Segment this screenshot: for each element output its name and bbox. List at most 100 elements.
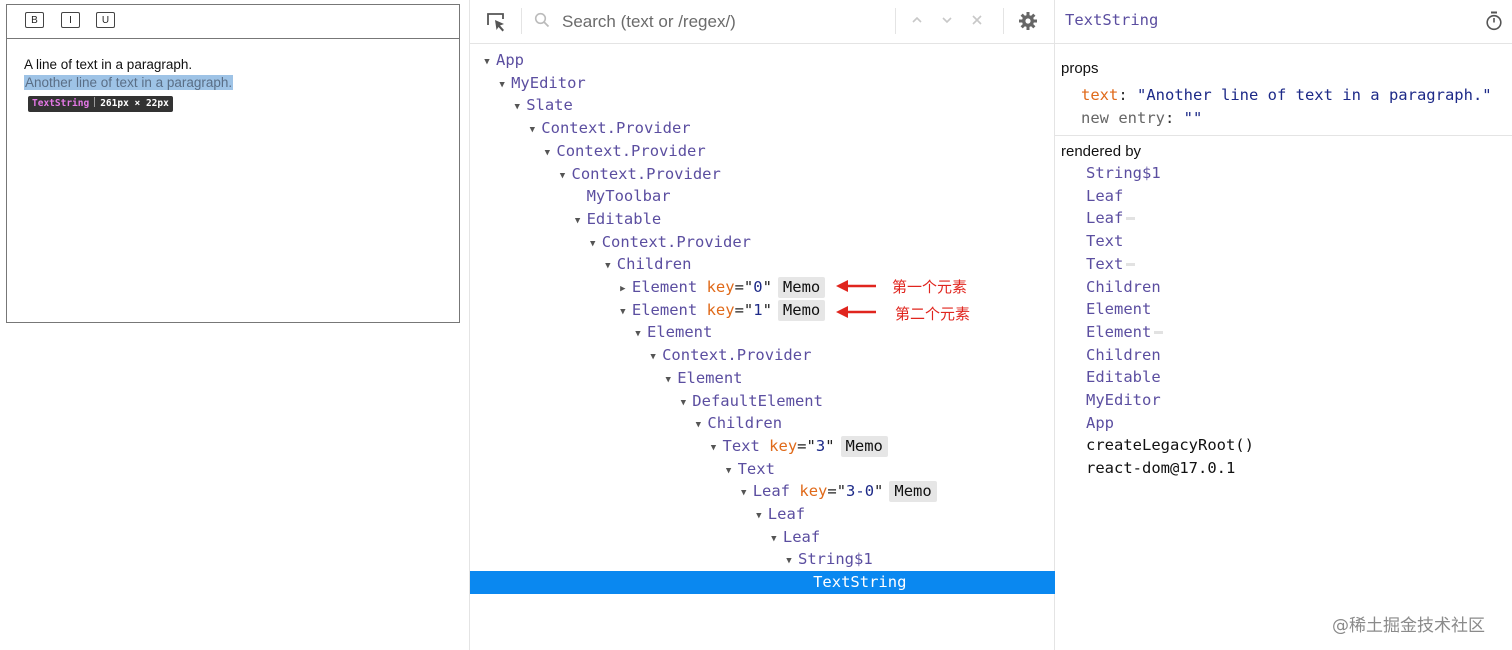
tree-row-content: ▶ Element key="0" Memo (617, 277, 826, 298)
inspect-element-icon[interactable] (485, 11, 507, 33)
tree-row[interactable]: ▼ MyEditor (470, 72, 1055, 95)
component-name: MyToolbar (586, 187, 671, 206)
new-entry-label[interactable]: new entry (1081, 109, 1165, 127)
prop-text[interactable]: text: "Another line of text in a paragra… (1081, 86, 1492, 104)
component-name: App (496, 51, 524, 69)
timer-icon[interactable] (1485, 11, 1503, 31)
tree-row[interactable]: ▼ Leaf (470, 526, 1055, 549)
tree-row-content: ▼ DefaultElement (677, 392, 823, 410)
chevron-down-icon[interactable] (940, 13, 954, 27)
collapse-arrow-icon[interactable]: ▼ (511, 96, 523, 119)
rendered-by-item[interactable]: Text (1086, 255, 1136, 273)
rendered-by-item[interactable]: Leaf (1086, 209, 1136, 227)
chevron-up-icon[interactable] (910, 13, 924, 27)
collapse-arrow-icon[interactable]: ▼ (572, 210, 584, 233)
tree-row[interactable]: ▼ DefaultElement (470, 390, 1055, 413)
editor-toolbar: B I U (7, 5, 459, 39)
underline-button[interactable]: U (96, 12, 115, 28)
bold-button[interactable]: B (25, 12, 44, 28)
collapse-arrow-icon[interactable]: ▼ (526, 119, 538, 142)
tree-row-content: ▼ Children (602, 255, 691, 273)
collapse-arrow-icon[interactable]: ▼ (647, 346, 659, 369)
component-name: Text (737, 459, 775, 478)
toolbar-divider (895, 8, 896, 34)
tree-row[interactable]: ▼ Element (470, 321, 1055, 344)
collapse-arrow-icon[interactable]: ▼ (617, 301, 629, 324)
tree-row[interactable]: ▶ Element key="0" Memo (470, 276, 1055, 299)
tree-row[interactable]: ▼ Leaf (470, 503, 1055, 526)
annotation-second-element: 第二个元素 (895, 305, 971, 323)
tree-row[interactable]: ▼ Element (470, 367, 1055, 390)
rendered-by-item[interactable]: Element (1086, 300, 1151, 318)
tree-row-content: ▼ Context.Provider (541, 142, 706, 160)
collapse-arrow-icon[interactable]: ▼ (541, 142, 553, 165)
tree-row[interactable]: ▼ App (470, 49, 1055, 72)
tree-row[interactable]: ▼ Context.Provider (470, 231, 1055, 254)
collapse-arrow-icon[interactable]: ▼ (768, 528, 780, 551)
component-key: key="3-0" (799, 482, 884, 501)
expand-arrow-icon[interactable]: ▶ (617, 278, 629, 301)
search-icon (534, 12, 550, 28)
tree-row[interactable]: ▼ Children (470, 412, 1055, 435)
component-name: TextString (813, 573, 907, 592)
rendered-by-item[interactable]: Children (1086, 278, 1161, 296)
tree-row-selected[interactable]: ▼TextString (470, 571, 1055, 594)
component-name: Leaf (767, 505, 806, 523)
rendered-by-item[interactable]: Text (1086, 232, 1123, 250)
tree-row[interactable]: ▼ Context.Provider (470, 344, 1055, 367)
toolbar-divider (521, 8, 522, 34)
tree-row[interactable]: ▼ Text (470, 458, 1055, 481)
collapse-arrow-icon[interactable]: ▼ (753, 505, 765, 528)
rendered-by-item[interactable]: Children (1086, 346, 1161, 364)
new-entry-value[interactable]: "" (1184, 109, 1203, 127)
tree-row[interactable]: ▼ Children (470, 253, 1055, 276)
collapse-arrow-icon[interactable]: ▼ (587, 233, 599, 256)
tree-row[interactable]: ▼ String$1 (470, 548, 1055, 571)
collapse-arrow-icon[interactable]: ▼ (481, 51, 493, 74)
rendered-by-item[interactable]: App (1086, 414, 1114, 432)
rendered-by-name: Text (1086, 232, 1124, 251)
close-icon[interactable] (970, 13, 984, 27)
collapse-arrow-icon[interactable]: ▼ (677, 392, 689, 415)
component-name: Context.Provider (662, 346, 812, 365)
tree-row[interactable]: ▼ Text key="3" Memo (470, 435, 1055, 458)
search-input[interactable] (560, 8, 884, 36)
tree-row-content: ▼ Context.Provider (526, 119, 691, 137)
gear-icon[interactable] (1018, 11, 1038, 31)
collapse-arrow-icon[interactable]: ▼ (692, 414, 704, 437)
tree-row[interactable]: ▼ Context.Provider (470, 117, 1055, 140)
collapse-arrow-icon[interactable]: ▼ (496, 74, 508, 97)
tree-row[interactable]: ▼MyToolbar (470, 185, 1055, 208)
tree-row[interactable]: ▼ Editable (470, 208, 1055, 231)
collapse-arrow-icon[interactable]: ▼ (783, 550, 795, 573)
italic-button[interactable]: I (61, 12, 80, 28)
rendered-by-item[interactable]: Editable (1086, 368, 1161, 386)
collapse-arrow-icon[interactable]: ▼ (708, 437, 720, 460)
hoc-badge (1126, 217, 1136, 221)
paragraph-line-2-highlighted[interactable]: Another line of text in a paragraph. (24, 75, 234, 90)
props-section-title: props (1061, 60, 1099, 77)
collapse-arrow-icon[interactable]: ▼ (557, 165, 569, 188)
tree-row[interactable]: ▼ Leaf key="3-0" Memo (470, 480, 1055, 503)
rendered-by-item[interactable]: String$1 (1086, 164, 1161, 182)
new-entry[interactable]: new entry: "" (1081, 109, 1202, 127)
prop-value[interactable]: "Another line of text in a paragraph." (1137, 86, 1492, 104)
rendered-by-item[interactable]: Leaf (1086, 187, 1123, 205)
tree-row-content: ▼ Editable (572, 210, 661, 228)
collapse-arrow-icon[interactable]: ▼ (662, 369, 674, 392)
paragraph-line-1[interactable]: A line of text in a paragraph. (24, 57, 192, 72)
rendered-by-name: Element (1086, 322, 1152, 341)
collapse-arrow-icon[interactable]: ▼ (723, 460, 735, 483)
collapse-arrow-icon[interactable]: ▼ (602, 255, 614, 278)
rendered-by-item[interactable]: MyEditor (1086, 391, 1161, 409)
inspector-header: TextString (1055, 0, 1512, 44)
tree-row[interactable]: ▼ Slate (470, 94, 1055, 117)
collapse-arrow-icon[interactable]: ▼ (632, 323, 644, 346)
tree-row-content: ▼ Context.Provider (557, 165, 721, 183)
collapse-arrow-icon[interactable]: ▼ (738, 482, 750, 505)
rendered-by-item[interactable]: Element (1086, 322, 1164, 341)
tree-row[interactable]: ▼ Context.Provider (470, 163, 1055, 186)
watermark: @稀土掘金技术社区 (1332, 616, 1485, 636)
tree-row[interactable]: ▼ Context.Provider (470, 140, 1055, 163)
component-tree-panel: ▼App▼MyEditor▼Slate▼Context.Provider▼Con… (469, 0, 1055, 650)
